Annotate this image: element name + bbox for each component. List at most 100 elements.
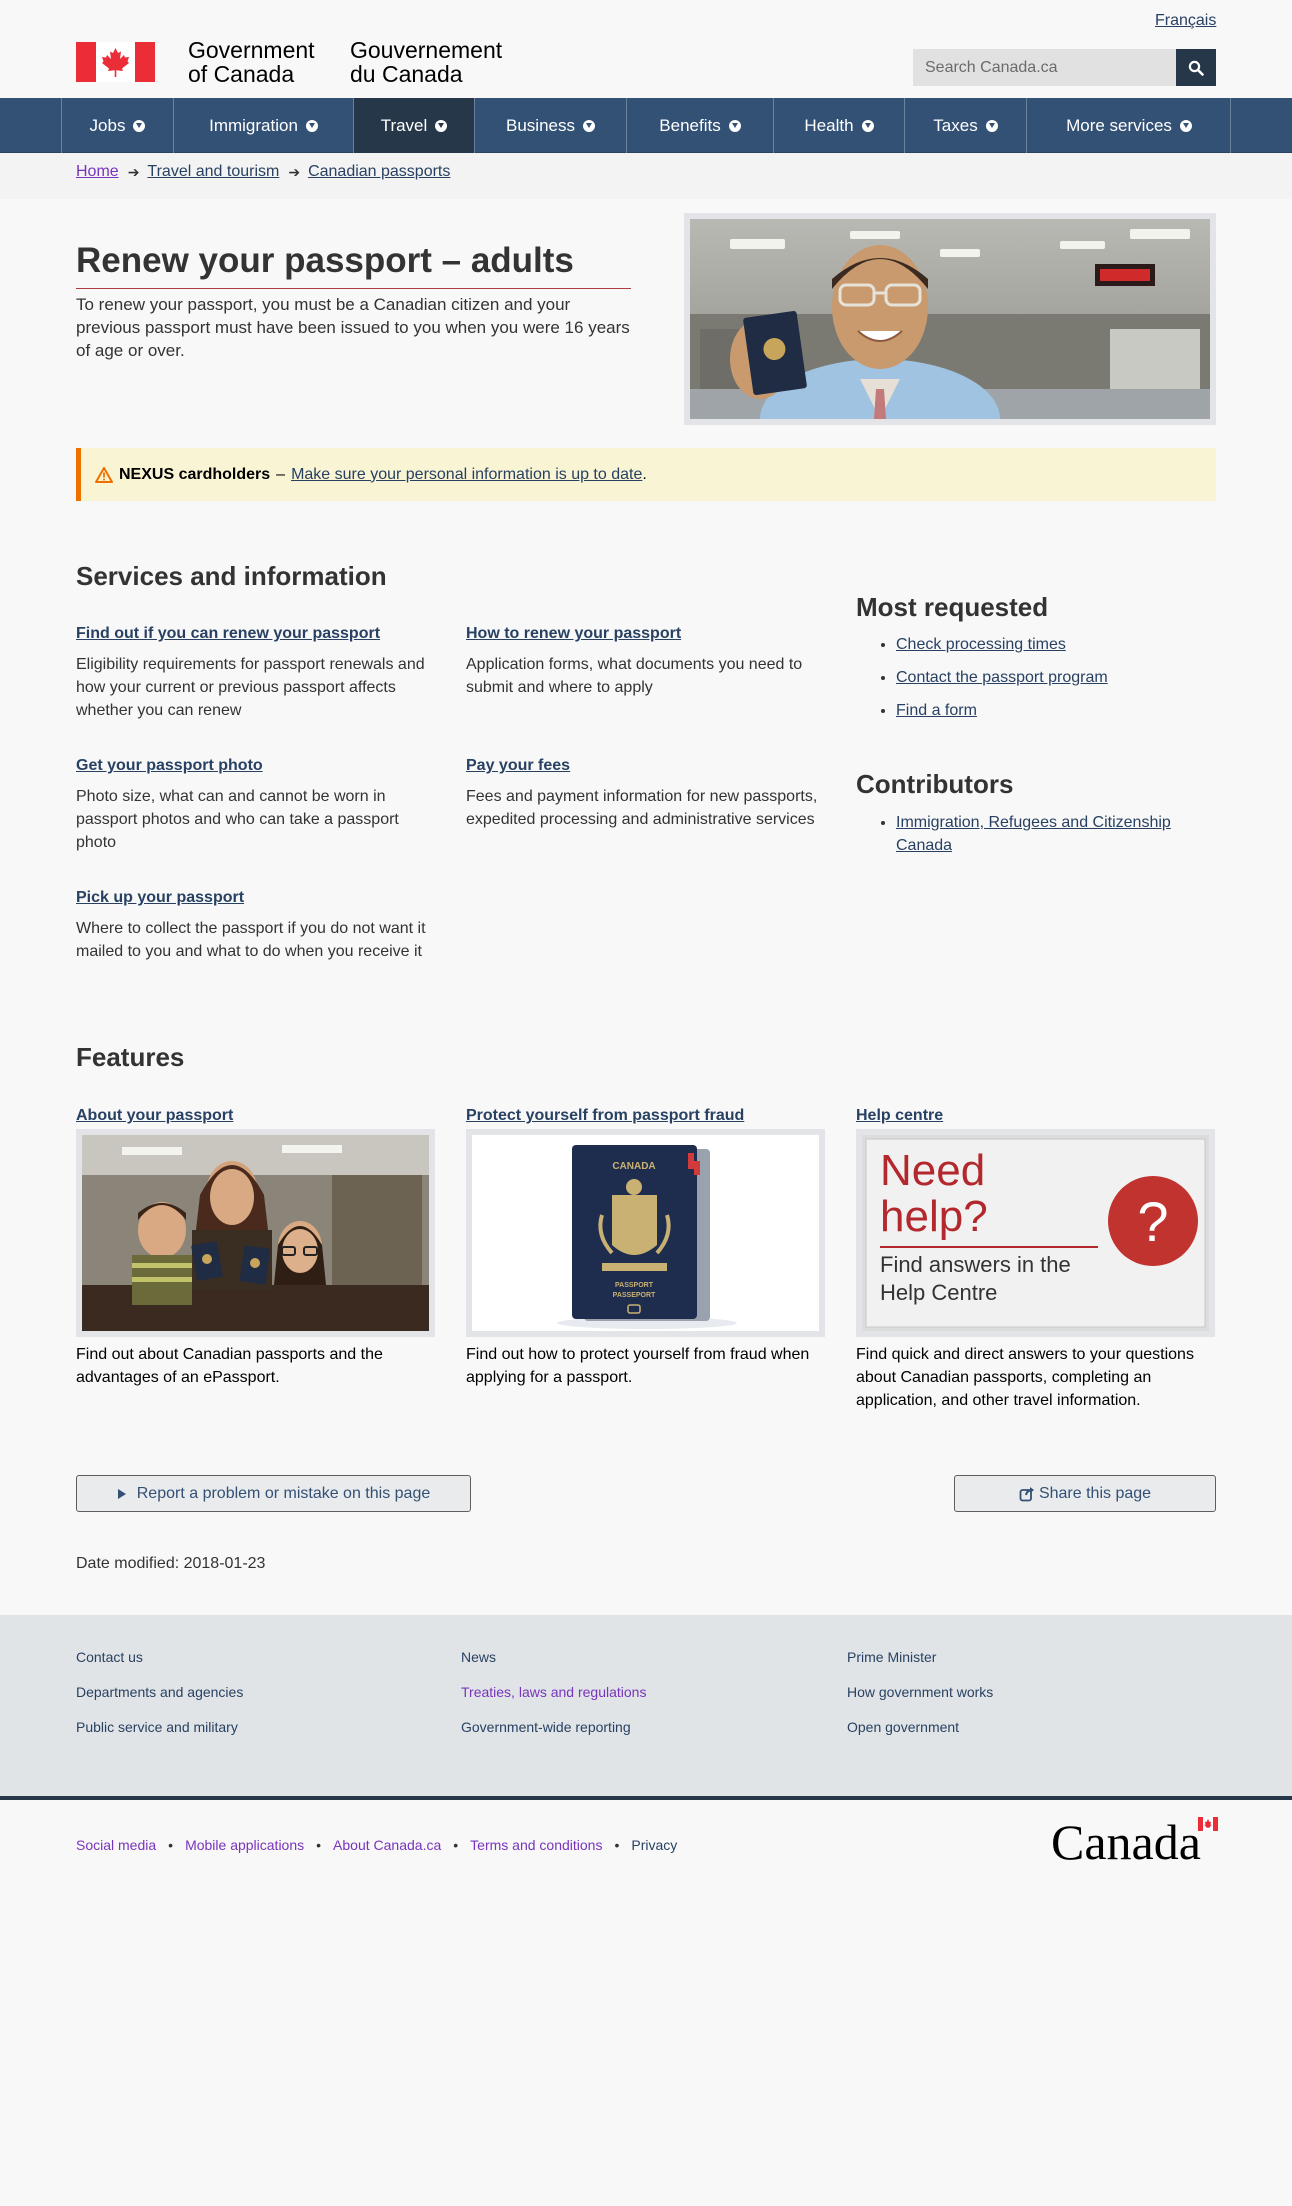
passport-cover-label-fr: PASSEPORT — [613, 1292, 656, 1299]
footer-link-departments[interactable]: Departments and agencies — [76, 1684, 243, 1700]
service-desc: Eligibility requirements for passport re… — [76, 656, 425, 719]
footer-link-news[interactable]: News — [461, 1649, 496, 1665]
share-page-button[interactable]: Share this page — [954, 1475, 1216, 1512]
features-heading: Features — [76, 1042, 185, 1072]
page-intro: To renew your passport, you must be a Ca… — [76, 295, 630, 360]
footer-link-how-government-works[interactable]: How government works — [847, 1684, 993, 1700]
separator-dot: • — [168, 1837, 174, 1853]
feature-image-passport-cover[interactable]: CANADA PASSPORT PASSEPORT — [466, 1129, 825, 1337]
alert-update-info-link[interactable]: Make sure your personal information is u… — [291, 466, 642, 484]
footer-link-reporting[interactable]: Government-wide reporting — [461, 1719, 631, 1735]
government-of-canada-wordmark-fr[interactable]: Gouvernement du Canada — [350, 38, 502, 86]
nav-item-taxes[interactable]: Taxes — [904, 98, 1026, 153]
date-modified: Date modified: 2018-01-23 — [76, 1555, 266, 1572]
nav-item-label: Health — [804, 115, 854, 135]
svg-text:Canada: Canada — [1051, 1815, 1201, 1863]
nav-item-health[interactable]: Health — [773, 98, 904, 153]
report-problem-button[interactable]: Report a problem or mistake on this page — [76, 1475, 471, 1512]
footer-link-mobile-apps[interactable]: Mobile applications — [185, 1837, 304, 1853]
help-image-question-mark: ? — [1137, 1190, 1168, 1253]
nav-item-benefits[interactable]: Benefits — [626, 98, 773, 153]
warning-icon — [95, 466, 113, 483]
service-link-how-to-renew[interactable]: How to renew your passport — [466, 625, 681, 643]
service-link-pay-fees[interactable]: Pay your fees — [466, 757, 570, 775]
help-image-line4: Help Centre — [880, 1280, 997, 1305]
service-link-pick-up[interactable]: Pick up your passport — [76, 889, 244, 907]
canada-wordmark-logo: Canada — [1051, 1815, 1218, 1863]
contributor-link[interactable]: Immigration, Refugees and Citizenship Ca… — [896, 814, 1171, 854]
list-item: Immigration, Refugees and Citizenship Ca… — [896, 811, 1216, 857]
chevron-down-icon — [728, 119, 741, 132]
feature-desc: Find out how to protect yourself from fr… — [466, 1346, 810, 1386]
arrow-right-icon: ➔ — [127, 163, 140, 180]
breadcrumb-passports-link[interactable]: Canadian passports — [308, 163, 450, 181]
service-desc: Fees and payment information for new pas… — [466, 788, 818, 828]
alert-dash: – — [276, 465, 286, 483]
footer-link-public-service[interactable]: Public service and military — [76, 1719, 238, 1735]
contributors-heading: Contributors — [856, 769, 1014, 799]
main-navigation: Jobs Immigration Travel Business Benefit… — [0, 98, 1292, 153]
service-desc: Where to collect the passport if you do … — [76, 920, 426, 960]
breadcrumb-travel-link[interactable]: Travel and tourism — [147, 163, 279, 181]
nav-item-label: Business — [506, 115, 575, 135]
separator-dot: • — [453, 1837, 459, 1853]
feature-link-help-centre[interactable]: Help centre — [856, 1107, 943, 1125]
government-of-canada-wordmark-en[interactable]: Government of Canada — [188, 38, 315, 86]
nexus-alert: NEXUS cardholders – Make sure your perso… — [76, 448, 1216, 501]
most-requested-link[interactable]: Contact the passport program — [896, 669, 1108, 686]
search-button[interactable] — [1176, 49, 1216, 86]
most-requested-link[interactable]: Find a form — [896, 702, 977, 719]
alert-period: . — [642, 465, 647, 483]
feature-image-need-help[interactable]: Need help? Find answers in the Help Cent… — [856, 1129, 1215, 1337]
footer-link-prime-minister[interactable]: Prime Minister — [847, 1649, 936, 1665]
nav-item-travel[interactable]: Travel — [353, 98, 474, 153]
list-item: Check processing times — [896, 633, 1216, 656]
nav-item-label: More services — [1066, 115, 1172, 135]
nav-item-label: Jobs — [89, 115, 126, 135]
feature-desc: Find out about Canadian passports and th… — [76, 1346, 383, 1386]
most-requested-heading: Most requested — [856, 592, 1049, 622]
language-toggle-link[interactable]: Français — [1155, 12, 1216, 30]
feature-desc: Find quick and direct answers to your qu… — [856, 1346, 1194, 1409]
nav-item-label: Immigration — [209, 115, 298, 135]
help-image-line2: help? — [880, 1192, 988, 1241]
contributors-list: Immigration, Refugees and Citizenship Ca… — [876, 811, 1216, 867]
nav-item-more-services[interactable]: More services — [1026, 98, 1231, 153]
footer-main: Contact us Departments and agencies Publ… — [0, 1615, 1292, 1797]
alert-strong-text: NEXUS cardholders — [119, 465, 271, 483]
feature-link-passport-fraud[interactable]: Protect yourself from passport fraud — [466, 1107, 744, 1125]
nav-item-label: Travel — [380, 115, 428, 135]
feature-image-family-with-passports[interactable] — [76, 1129, 435, 1337]
nav-item-business[interactable]: Business — [474, 98, 626, 153]
footer-link-privacy[interactable]: Privacy — [631, 1837, 677, 1853]
breadcrumb: Home ➔ Travel and tourism ➔ Canadian pas… — [76, 163, 450, 181]
help-image-line3: Find answers in the — [880, 1252, 1071, 1277]
breadcrumb-home-link[interactable]: Home — [76, 163, 119, 181]
separator-dot: • — [316, 1837, 322, 1853]
passport-cover-country: CANADA — [612, 1161, 655, 1172]
footer-link-contact[interactable]: Contact us — [76, 1649, 143, 1665]
footer-link-open-government[interactable]: Open government — [847, 1719, 959, 1735]
nav-item-jobs[interactable]: Jobs — [61, 98, 173, 153]
footer-link-about[interactable]: About Canada.ca — [333, 1837, 441, 1853]
footer-link-social-media[interactable]: Social media — [76, 1837, 156, 1853]
footer-link-terms[interactable]: Terms and conditions — [470, 1837, 602, 1853]
share-icon — [1019, 1486, 1034, 1501]
arrow-right-icon: ➔ — [288, 163, 301, 180]
gov-fr-line2: du Canada — [350, 61, 463, 87]
triangle-right-icon — [117, 1488, 126, 1499]
most-requested-link[interactable]: Check processing times — [896, 636, 1066, 653]
service-link-passport-photo[interactable]: Get your passport photo — [76, 757, 263, 775]
gov-en-line1: Government — [188, 37, 315, 63]
footer-link-treaties[interactable]: Treaties, laws and regulations — [461, 1684, 646, 1700]
service-link-find-out-if-renew[interactable]: Find out if you can renew your passport — [76, 625, 380, 643]
nav-item-immigration[interactable]: Immigration — [173, 98, 353, 153]
search-input[interactable] — [913, 49, 1177, 86]
chevron-down-icon — [861, 119, 874, 132]
report-problem-label: Report a problem or mistake on this page — [136, 1484, 431, 1502]
chevron-down-icon — [985, 119, 998, 132]
feature-link-about-passport[interactable]: About your passport — [76, 1107, 233, 1125]
list-item: Contact the passport program — [896, 666, 1216, 689]
footer-divider — [0, 1796, 1292, 1800]
nav-item-label: Taxes — [933, 115, 978, 135]
